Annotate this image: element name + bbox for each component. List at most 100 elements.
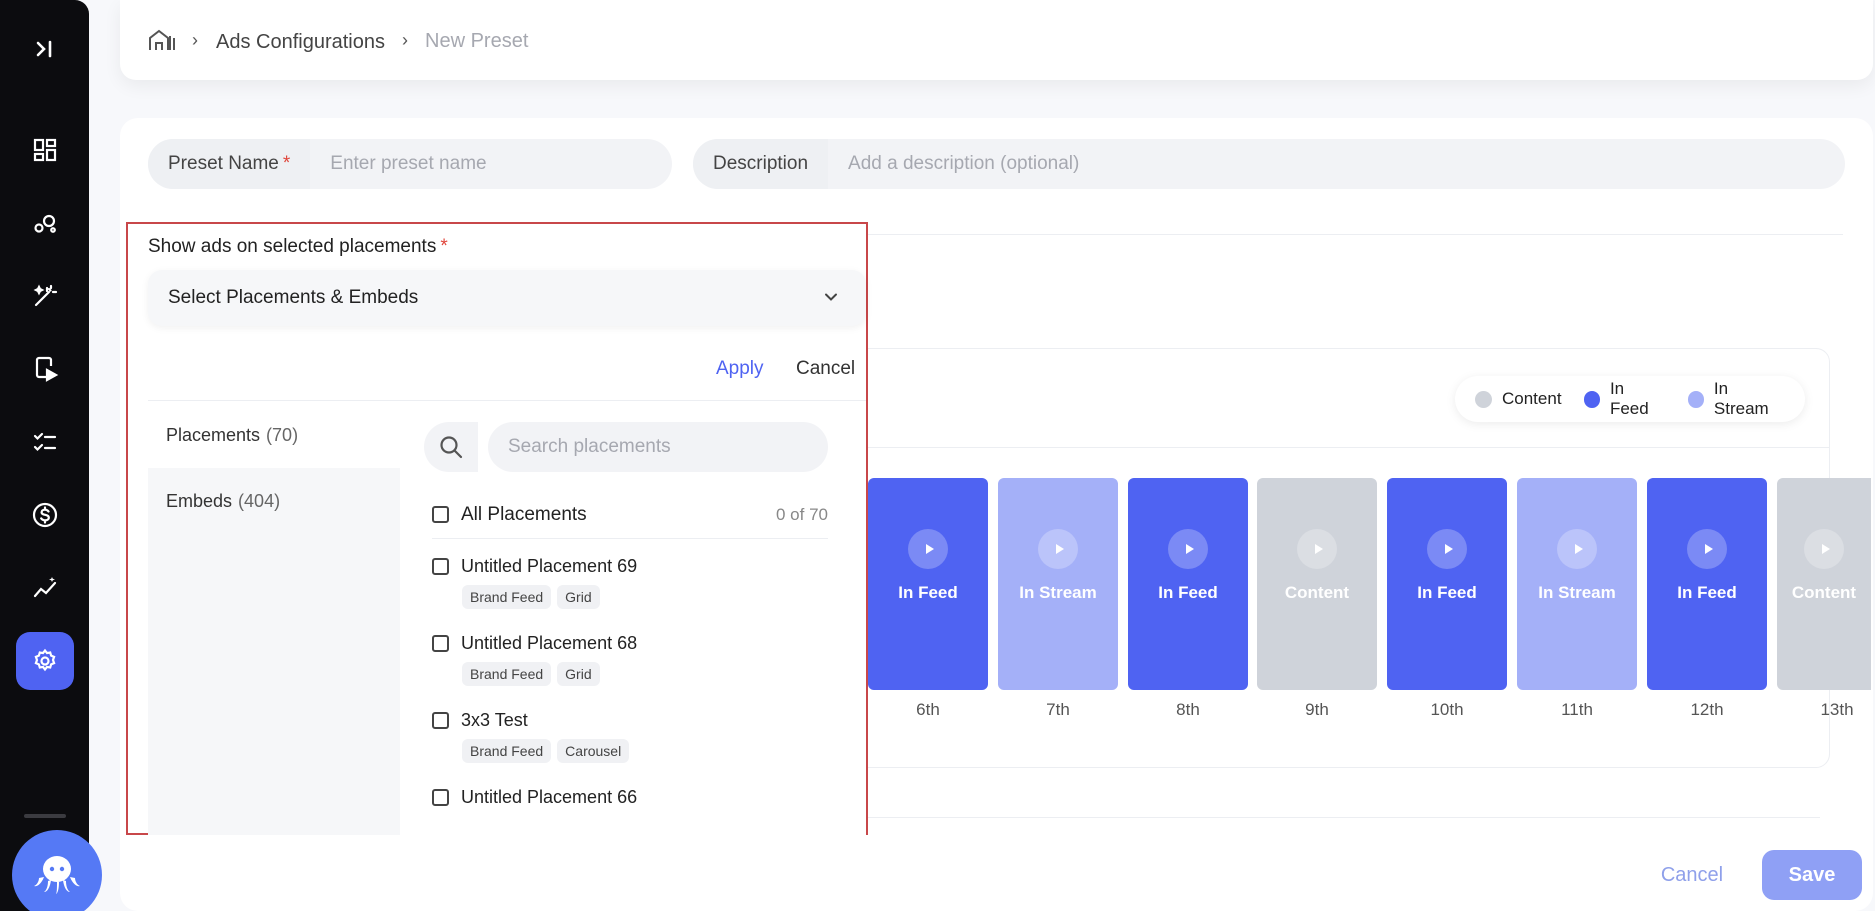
description-input[interactable]: Add a description (optional) — [828, 153, 1079, 175]
search-input[interactable] — [488, 422, 828, 472]
preview-slot: In Feed — [1647, 478, 1767, 690]
slot-label: In Feed — [1158, 583, 1218, 602]
description-field[interactable]: Description Add a description (optional) — [693, 139, 1845, 189]
placement-checkbox[interactable] — [432, 789, 449, 806]
dropdown-cancel-button[interactable]: Cancel — [796, 358, 855, 380]
sidebar — [0, 0, 102, 911]
legend-item-content: Content — [1475, 389, 1562, 409]
breadcrumb-current: New Preset — [425, 30, 529, 52]
slot-label: In Stream — [1538, 583, 1616, 602]
chevron-down-icon — [825, 293, 837, 301]
legend-item-in-stream: In Stream — [1687, 379, 1786, 419]
placement-tag: Brand Feed — [462, 739, 552, 763]
slot-position: 6th — [916, 700, 940, 719]
preview-slot: In Feed — [1128, 478, 1248, 690]
play-icon — [1804, 529, 1844, 569]
home-icon[interactable] — [148, 28, 176, 52]
dropdown-tabs: Placements (70) Embeds (404) — [148, 402, 400, 835]
dollar-icon[interactable] — [16, 486, 74, 544]
tab-placements[interactable]: Placements (70) — [148, 402, 400, 468]
play-icon — [1687, 529, 1727, 569]
settings-icon[interactable] — [16, 632, 74, 690]
octopus-avatar-icon[interactable] — [12, 830, 102, 911]
play-icon — [1557, 529, 1597, 569]
legend-dot — [1687, 390, 1704, 408]
divider — [800, 817, 1820, 818]
checklist-icon[interactable] — [16, 413, 74, 471]
chevron-right-icon: › — [402, 30, 408, 50]
legend-dot — [1475, 390, 1492, 408]
preset-name-field[interactable]: Preset Name * Enter preset name — [148, 139, 672, 189]
analytics-icon[interactable] — [16, 559, 74, 617]
slot-label: In Feed — [1417, 583, 1477, 602]
play-icon — [1038, 529, 1078, 569]
cancel-button[interactable]: Cancel — [1640, 850, 1744, 900]
slot-label: Content — [1791, 583, 1857, 602]
placements-select[interactable]: Select Placements & Embeds — [148, 270, 866, 326]
list-item[interactable]: Untitled Placement 69 Brand Feed Grid — [432, 556, 828, 609]
all-placements-label: All Placements — [461, 503, 587, 525]
slot-label: In Feed — [1677, 583, 1737, 602]
description-label: Description — [693, 139, 829, 189]
preview-slot: In Feed — [1387, 478, 1507, 690]
save-button[interactable]: Save — [1762, 850, 1862, 900]
magic-wand-icon[interactable] — [16, 267, 74, 325]
preview-slot: Content — [1257, 478, 1377, 690]
search-icon — [424, 422, 478, 472]
list-item[interactable]: Untitled Placement 66 — [432, 787, 828, 808]
placements-select-label: Select Placements & Embeds — [168, 287, 419, 308]
list-item[interactable]: 3x3 Test Brand Feed Carousel — [432, 710, 828, 763]
dashboard-icon[interactable] — [16, 121, 74, 179]
list-item[interactable]: Untitled Placement 68 Brand Feed Grid — [432, 633, 828, 686]
placements-title: Show ads on selected placements * — [148, 236, 448, 257]
slot-position: 9th — [1305, 700, 1329, 719]
slot-label: In Feed — [898, 583, 958, 602]
search-bar — [424, 422, 828, 472]
sidebar-divider — [24, 814, 66, 818]
tab-embeds[interactable]: Embeds (404) — [148, 468, 400, 534]
chevron-right-icon: › — [192, 30, 198, 50]
slot-position: 8th — [1176, 700, 1200, 719]
preset-name-label: Preset Name * — [148, 139, 311, 189]
placements-selector-panel: Show ads on selected placements * Select … — [126, 222, 868, 835]
play-icon — [1168, 529, 1208, 569]
circles-icon[interactable] — [16, 194, 74, 252]
breadcrumb-ads-configurations[interactable]: Ads Configurations — [216, 31, 385, 54]
selected-count: 0 of 70 — [776, 504, 828, 524]
placement-name: Untitled Placement 69 — [461, 556, 638, 576]
play-icon — [1427, 529, 1467, 569]
slot-label: Content — [1284, 583, 1350, 602]
preview-slot: In Stream — [998, 478, 1118, 690]
placement-name: Untitled Placement 66 — [461, 787, 638, 807]
placement-tag: Brand Feed — [462, 585, 552, 609]
breadcrumb: › Ads Configurations › New Preset — [120, 0, 1873, 80]
collapse-icon[interactable] — [16, 20, 74, 78]
placement-checkbox[interactable] — [432, 635, 449, 652]
placement-name: 3x3 Test — [461, 710, 528, 730]
slot-position: 10th — [1430, 700, 1464, 719]
preview-slot: Content — [1777, 478, 1871, 690]
legend-item-in-feed: In Feed — [1583, 379, 1666, 419]
placement-checkbox[interactable] — [432, 712, 449, 729]
play-icon — [1297, 529, 1337, 569]
divider — [790, 447, 1830, 448]
placement-name: Untitled Placement 68 — [461, 633, 638, 653]
slot-position: 11th — [1561, 700, 1593, 719]
preview-slot: In Stream — [1517, 478, 1637, 690]
placement-tag: Grid — [557, 662, 600, 686]
preset-name-input[interactable]: Enter preset name — [310, 153, 486, 175]
slot-position: 13th — [1820, 700, 1854, 719]
legend-dot — [1583, 390, 1600, 408]
placements-dropdown: Apply Cancel Placements (70) Embeds (404) … — [148, 336, 866, 835]
apply-button[interactable]: Apply — [716, 358, 764, 380]
placement-tag: Brand Feed — [462, 662, 552, 686]
slot-label: In Stream — [1019, 583, 1097, 602]
play-icon — [908, 529, 948, 569]
slot-position: 12th — [1690, 700, 1724, 719]
placement-checkbox[interactable] — [432, 558, 449, 575]
all-placements-row[interactable]: All Placements 0 of 70 — [432, 491, 828, 539]
preview-slot: In Feed — [868, 478, 988, 690]
all-placements-checkbox[interactable] — [432, 506, 449, 523]
video-device-icon[interactable] — [16, 340, 74, 398]
slot-position: 7th — [1046, 700, 1070, 719]
